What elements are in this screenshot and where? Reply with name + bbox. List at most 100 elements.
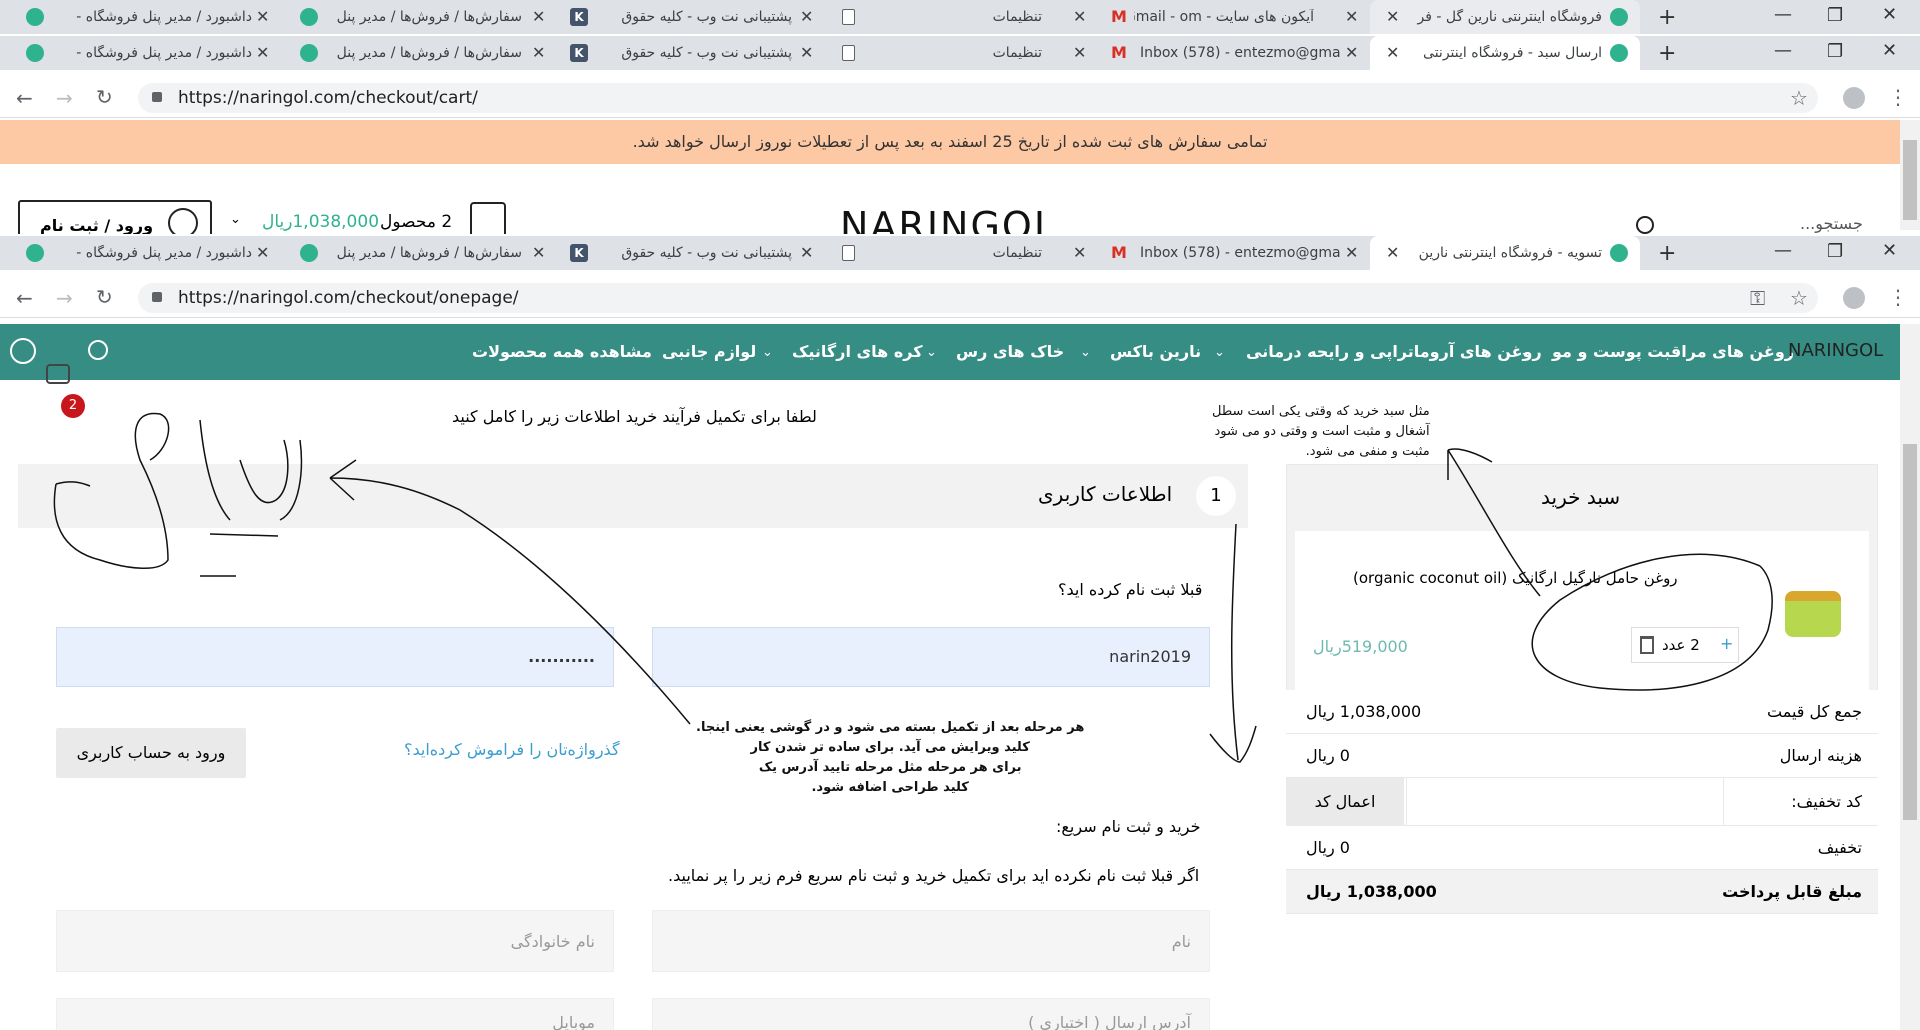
search-placeholder[interactable]: جستجو... xyxy=(1800,214,1863,233)
close-icon[interactable]: ✕ xyxy=(1073,7,1086,26)
step-header[interactable]: 1 اطلاعات کاربری xyxy=(18,464,1248,528)
browser-tab[interactable]: سفارش‌ها / فروش‌ها / مدیر پنل ✕ xyxy=(290,36,558,70)
cart-badge[interactable]: 2 xyxy=(61,394,85,418)
close-icon[interactable]: ✕ xyxy=(1386,7,1399,26)
forward-icon[interactable]: → xyxy=(56,86,73,110)
key-icon[interactable]: ⚿ xyxy=(1750,286,1765,310)
browser-tab[interactable]: سفارش‌ها / فروش‌ها / مدیر پنل ✕ xyxy=(290,236,558,270)
close-icon[interactable]: ✕ xyxy=(256,7,269,26)
browser-tab[interactable]: فروشگاه اینترنتی نارین گل - فر ✕ xyxy=(1370,0,1640,34)
browser-tab[interactable]: K پشتیبانی نت وب - کلیه حقوق ✕ xyxy=(560,236,828,270)
profile-avatar[interactable] xyxy=(1843,287,1865,309)
search-icon[interactable] xyxy=(88,340,108,360)
browser-tab[interactable]: داشبورد / مدیر پنل فروشگاه - ✕ xyxy=(16,36,288,70)
username-field[interactable]: narin2019 xyxy=(652,627,1210,687)
browser-tab[interactable]: تنظیمات ✕ xyxy=(830,36,1098,70)
browser-tab[interactable]: تنظیمات ✕ xyxy=(830,0,1098,34)
first-name-field[interactable]: نام xyxy=(652,910,1210,972)
close-icon[interactable]: ✕ xyxy=(532,43,545,62)
nav-item-aromatherapy[interactable]: روغن های آروماتراپی و رایحه درمانی xyxy=(1246,324,1542,380)
product-image[interactable] xyxy=(1785,591,1841,637)
scrollbar-thumb[interactable] xyxy=(1903,140,1917,220)
close-icon[interactable]: ✕ xyxy=(800,43,813,62)
close-icon[interactable]: ✕ xyxy=(256,43,269,62)
nav-item-clays[interactable]: خاک های رس xyxy=(956,324,1064,380)
minimize-icon[interactable]: — xyxy=(1774,4,1792,25)
nav-item-narin-box[interactable]: نارین باکس xyxy=(1110,324,1201,380)
minimize-icon[interactable]: — xyxy=(1774,40,1792,61)
site-logo[interactable]: NARINGOL xyxy=(840,204,1057,234)
browser-tab[interactable]: ارسال سبد - فروشگاه اینترنتی ✕ xyxy=(1370,36,1640,70)
search-icon[interactable] xyxy=(1636,216,1654,234)
trash-icon[interactable] xyxy=(1640,636,1654,654)
browser-tab[interactable]: M Inbox (578) - entezmo@gma ✕ xyxy=(1100,236,1368,270)
minimize-icon[interactable]: — xyxy=(1774,240,1792,261)
forward-icon[interactable]: → xyxy=(56,286,73,310)
nav-logo[interactable]: NARINGOL xyxy=(1788,340,1883,361)
nav-item-accessories[interactable]: لوازم جانبی xyxy=(662,324,756,380)
scrollbar-thumb[interactable] xyxy=(1903,444,1917,820)
browser-tab[interactable]: سفارش‌ها / فروش‌ها / مدیر پنل ✕ xyxy=(290,0,558,34)
plus-icon[interactable]: + xyxy=(1720,634,1733,653)
forgot-password-link[interactable]: گذرواژه‌تان را فراموش کرده‌اید؟ xyxy=(404,740,620,759)
maximize-icon[interactable]: ❐ xyxy=(1827,241,1843,262)
close-icon[interactable]: ✕ xyxy=(532,243,545,262)
last-name-field[interactable]: نام خانوادگی xyxy=(56,910,614,972)
cart-icon[interactable] xyxy=(46,364,70,384)
chevron-down-icon[interactable]: ⌄ xyxy=(230,212,241,227)
profile-avatar[interactable] xyxy=(1843,87,1865,109)
apply-coupon-button[interactable]: اعمال کد xyxy=(1286,778,1404,826)
browser-tab[interactable]: داشبورد / مدیر پنل فروشگاه - ✕ xyxy=(16,0,288,34)
password-field[interactable]: ........... xyxy=(56,627,614,687)
browser-tab[interactable]: تنظیمات ✕ xyxy=(830,236,1098,270)
close-icon[interactable]: ✕ xyxy=(1073,43,1086,62)
user-icon[interactable] xyxy=(10,338,36,364)
window-close-icon[interactable]: ✕ xyxy=(1882,40,1897,61)
window-close-icon[interactable]: ✕ xyxy=(1882,240,1897,261)
reload-icon[interactable]: ↻ xyxy=(96,85,113,109)
bookmark-star-icon[interactable]: ☆ xyxy=(1790,286,1808,310)
browser-tab[interactable]: داشبورد / مدیر پنل فروشگاه - ✕ xyxy=(16,236,288,270)
bookmark-star-icon[interactable]: ☆ xyxy=(1790,86,1808,110)
close-icon[interactable]: ✕ xyxy=(800,7,813,26)
nav-item-all-products[interactable]: مشاهده همه محصولات xyxy=(472,324,652,380)
close-icon[interactable]: ✕ xyxy=(1073,243,1086,262)
new-tab-icon[interactable]: + xyxy=(1658,5,1676,30)
nav-item-organic-butters[interactable]: کره های ارگانیک xyxy=(792,324,923,380)
browser-tab[interactable]: K پشتیبانی نت وب - کلیه حقوق ✕ xyxy=(560,0,828,34)
reload-icon[interactable]: ↻ xyxy=(96,285,113,309)
menu-icon[interactable]: ⋮ xyxy=(1888,285,1908,309)
close-icon[interactable]: ✕ xyxy=(1345,243,1358,262)
login-button[interactable]: ورود / ثبت نام xyxy=(18,200,212,234)
url-field[interactable]: https://naringol.com/checkout/cart/ xyxy=(138,83,1818,113)
quantity-stepper[interactable]: 2 عدد + xyxy=(1631,627,1739,663)
browser-tab[interactable]: تسویه - فروشگاه اینترنتی نارین ✕ xyxy=(1370,236,1640,270)
mobile-field[interactable]: موبایل xyxy=(56,998,614,1030)
nav-item-skin-hair-oils[interactable]: روغن های مراقبت پوست و مو xyxy=(1552,324,1794,380)
maximize-icon[interactable]: ❐ xyxy=(1827,5,1843,26)
address-field[interactable]: آدرس ارسال ( اختیاری ) xyxy=(652,998,1210,1030)
browser-tab[interactable]: M Inbox (578) - entezmo@gma ✕ xyxy=(1100,36,1368,70)
close-icon[interactable]: ✕ xyxy=(1345,43,1358,62)
login-account-button[interactable]: ورود به حساب کاربری xyxy=(56,728,246,778)
close-icon[interactable]: ✕ xyxy=(800,243,813,262)
close-icon[interactable]: ✕ xyxy=(1386,243,1399,262)
coupon-input[interactable] xyxy=(1406,778,1724,826)
browser-tab[interactable]: K پشتیبانی نت وب - کلیه حقوق ✕ xyxy=(560,36,828,70)
close-icon[interactable]: ✕ xyxy=(256,243,269,262)
product-name[interactable]: روغن حامل نارگیل ارگانیک (organic coconu… xyxy=(1353,569,1678,587)
back-icon[interactable]: ← xyxy=(16,86,33,110)
browser-tab[interactable]: M آیکون های سایت - Gmail - om ✕ xyxy=(1100,0,1368,34)
window-close-icon[interactable]: ✕ xyxy=(1882,4,1897,25)
close-icon[interactable]: ✕ xyxy=(1386,43,1399,62)
back-icon[interactable]: ← xyxy=(16,286,33,310)
maximize-icon[interactable]: ❐ xyxy=(1827,41,1843,62)
url-field[interactable]: https://naringol.com/checkout/onepage/ xyxy=(138,283,1818,313)
annotation-step-note: هر مرحله بعد از تکمیل بسته می شود و در گ… xyxy=(696,718,1084,798)
shopping-bag-icon[interactable] xyxy=(470,202,506,234)
close-icon[interactable]: ✕ xyxy=(532,7,545,26)
new-tab-icon[interactable]: + xyxy=(1658,241,1676,266)
menu-icon[interactable]: ⋮ xyxy=(1888,85,1908,109)
close-icon[interactable]: ✕ xyxy=(1345,7,1358,26)
new-tab-icon[interactable]: + xyxy=(1658,41,1676,66)
